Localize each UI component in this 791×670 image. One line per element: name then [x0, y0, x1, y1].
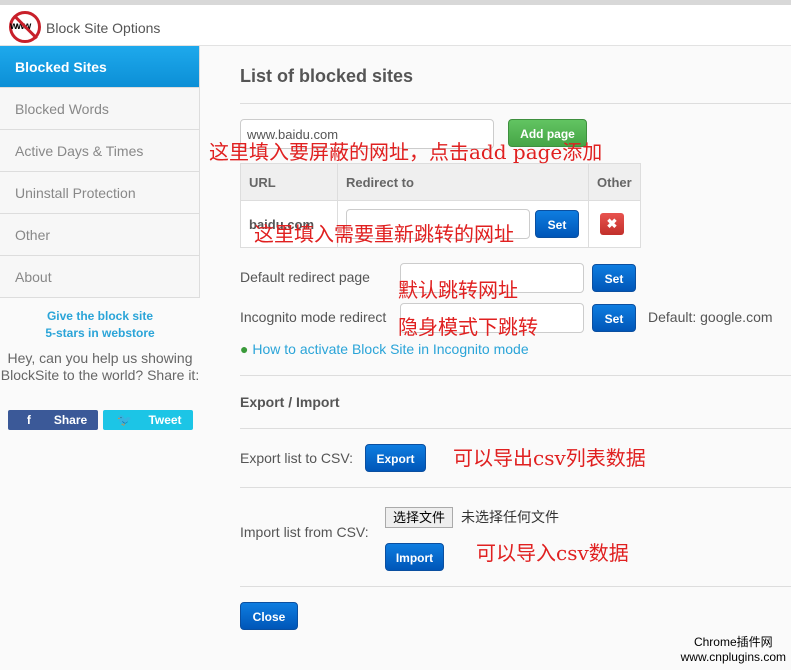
sidebar-item-about[interactable]: About [0, 256, 199, 298]
facebook-share-button[interactable]: f Share [8, 410, 98, 430]
incognito-help-link[interactable]: ● How to activate Block Site in Incognit… [240, 341, 529, 357]
incognito-set-button[interactable]: Set [592, 304, 636, 332]
annotation: 默认跳转网址 [398, 278, 518, 302]
sidebar-item-blocked-words[interactable]: Blocked Words [0, 88, 199, 130]
annotation: 可以导入csv数据 [476, 541, 629, 565]
export-label: Export list to CSV: [240, 450, 354, 466]
default-redirect-set-button[interactable]: Set [592, 264, 636, 292]
delete-icon[interactable]: ✖ [600, 213, 624, 235]
watermark: Chrome插件网 www.cnplugins.com [680, 635, 786, 664]
sidebar-item-active-days[interactable]: Active Days & Times [0, 130, 199, 172]
twitter-icon: 🐦 [116, 413, 132, 427]
close-button[interactable]: Close [240, 602, 298, 630]
annotation: 隐身模式下跳转 [398, 315, 538, 339]
set-redirect-button[interactable]: Set [535, 210, 579, 238]
rate-link[interactable]: Give the block site 5-stars in webstore [0, 308, 200, 342]
page-title: Block Site Options [46, 20, 161, 36]
sidebar: Blocked Sites Blocked Words Active Days … [0, 46, 200, 298]
help-icon: ● [240, 341, 249, 357]
block-site-logo: www [9, 11, 41, 43]
incognito-label: Incognito mode redirect [240, 309, 387, 325]
incognito-default: Default: google.com [648, 309, 773, 325]
default-redirect-label: Default redirect page [240, 269, 370, 285]
sidebar-item-uninstall-protection[interactable]: Uninstall Protection [0, 172, 199, 214]
header: www Block Site Options [0, 5, 791, 46]
divider [240, 103, 791, 104]
facebook-icon: f [26, 413, 31, 427]
share-prompt: Hey, can you help us showing BlockSite t… [0, 350, 200, 383]
sidebar-item-blocked-sites[interactable]: Blocked Sites [0, 46, 199, 88]
tweet-button[interactable]: 🐦 Tweet [103, 410, 193, 430]
choose-file-button[interactable]: 选择文件 [385, 507, 454, 528]
import-label: Import list from CSV: [240, 524, 369, 540]
no-file-text: 未选择任何文件 [461, 509, 559, 525]
annotation: 可以导出csv列表数据 [453, 446, 646, 470]
divider [240, 487, 791, 488]
export-import-title: Export / Import [240, 394, 340, 410]
section-title: List of blocked sites [240, 66, 414, 86]
promo: Give the block site 5-stars in webstore H… [0, 308, 200, 430]
divider [240, 586, 791, 587]
divider [240, 428, 791, 429]
export-button[interactable]: Export [365, 444, 426, 472]
annotation: 这里填入要屏蔽的网址，点击add page添加 [209, 140, 603, 164]
divider [240, 375, 791, 376]
annotation: 这里填入需要重新跳转的网址 [254, 222, 514, 246]
sidebar-item-other[interactable]: Other [0, 214, 199, 256]
import-button[interactable]: Import [385, 543, 444, 571]
